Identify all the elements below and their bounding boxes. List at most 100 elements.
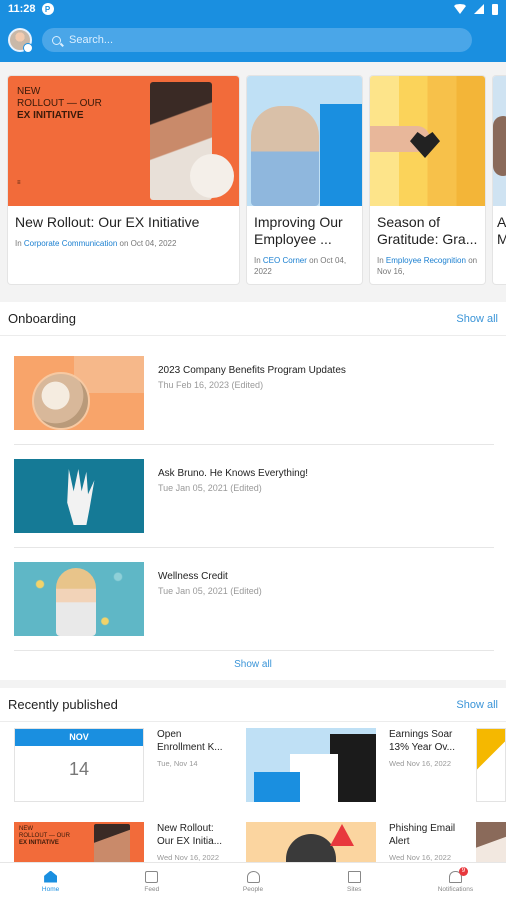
featured-image-caption: NEW ROLLOUT — OUR EX INITIATIVE: [17, 86, 102, 121]
show-all-link[interactable]: Show all: [456, 313, 498, 325]
recent-item-partial[interactable]: [476, 728, 506, 802]
recent-section: Recently published Show all NOV 14 Open …: [0, 688, 506, 896]
featured-card[interactable]: Improving Our Employee ... In CEO Corner…: [247, 76, 362, 284]
sites-icon: [347, 870, 361, 883]
nav-feed[interactable]: Feed: [101, 863, 202, 900]
featured-meta: In CEO Corner on Oct 04, 2022: [254, 256, 347, 276]
avatar-status-icon: [23, 43, 33, 53]
bell-icon: 9: [448, 866, 468, 883]
recent-item[interactable]: Earnings Soar 13% Year Ov... Wed Nov 16,…: [246, 728, 464, 802]
show-all-button[interactable]: Show all: [0, 659, 506, 670]
person-photo: [56, 568, 96, 636]
list-item[interactable]: 2023 Company Benefits Program Updates Th…: [14, 356, 494, 442]
search-icon: [52, 35, 61, 45]
show-all-link[interactable]: Show all: [456, 699, 498, 711]
item-thumbnail: [14, 356, 144, 430]
item-title: Phishing Email Alert: [389, 823, 456, 847]
status-time: 11:28: [8, 3, 36, 15]
featured-card[interactable]: Season of Gratitude: Gra... In Employee …: [370, 76, 485, 284]
item-image-caption: NEW ROLLOUT — OUR EX INITIATIVE: [19, 826, 70, 846]
item-date: Wed Nov 16, 2022: [157, 853, 219, 862]
featured-image: [247, 76, 362, 206]
nav-label: Sites: [346, 885, 362, 893]
nav-label: Home: [41, 885, 60, 893]
section-title: Onboarding: [8, 311, 76, 326]
item-date: Tue Jan 05, 2021 (Edited): [158, 483, 262, 493]
item-thumbnail: [14, 459, 144, 533]
divider: [14, 547, 494, 548]
item-thumbnail: [14, 562, 144, 636]
category-link[interactable]: CEO Corner: [263, 256, 307, 265]
featured-meta: In Corporate Communication on Oct 04, 20…: [15, 239, 177, 248]
section-header: Recently published Show all: [0, 688, 506, 722]
item-date: Wed Nov 16, 2022: [389, 853, 451, 862]
notification-badge: 9: [458, 866, 468, 876]
people-icon: [246, 870, 260, 883]
person-photo: [493, 116, 506, 176]
logo-mark: ≡: [17, 180, 21, 186]
person-photo: [286, 834, 336, 864]
featured-title[interactable]: Season of Gratitude: Gra...: [370, 206, 485, 248]
item-date: Wed Nov 16, 2022: [389, 759, 451, 768]
warning-icon: [330, 824, 354, 846]
item-title: 2023 Company Benefits Program Updates: [158, 365, 346, 376]
category-link[interactable]: Employee Recognition: [386, 256, 466, 265]
recent-item-partial[interactable]: [476, 822, 506, 862]
nav-label: People: [242, 885, 264, 893]
featured-card[interactable]: A M: [493, 76, 506, 284]
person-photo: [94, 824, 130, 864]
nav-notifications[interactable]: 9 Notifications: [405, 863, 506, 900]
app-badge-icon: P: [41, 3, 54, 15]
nav-label: Feed: [144, 885, 160, 893]
person-photo: [251, 106, 319, 206]
featured-image: [493, 76, 506, 206]
divider: [14, 650, 494, 651]
status-indicators: [454, 3, 498, 15]
battery-icon: [492, 3, 498, 15]
search-input[interactable]: Search...: [42, 28, 472, 52]
family-photo: [32, 372, 90, 430]
featured-image: NEW ROLLOUT — OUR EX INITIATIVE ≡: [8, 76, 239, 206]
featured-image: [370, 76, 485, 206]
signal-icon: [474, 4, 484, 14]
divider: [14, 444, 494, 445]
app-header: Search...: [0, 18, 506, 62]
category-link[interactable]: Corporate Communication: [24, 239, 117, 248]
item-title: Wellness Credit: [158, 571, 228, 582]
nav-people[interactable]: People: [202, 863, 303, 900]
item-thumbnail: [246, 728, 376, 802]
status-bar: 11:28 P: [0, 0, 506, 18]
featured-carousel[interactable]: NEW ROLLOUT — OUR EX INITIATIVE ≡ New Ro…: [0, 62, 506, 294]
feed-icon: [145, 870, 159, 883]
hand-photo: [67, 469, 95, 525]
list-item[interactable]: Wellness Credit Tue Jan 05, 2021 (Edited…: [14, 562, 494, 648]
bottom-nav: Home Feed People Sites 9 Notifications: [0, 862, 506, 900]
decor-shape: [190, 154, 234, 198]
section-header: Onboarding Show all: [0, 302, 506, 336]
nav-label: Notifications: [437, 885, 474, 893]
item-title: New Rollout: Our EX Initia...: [157, 823, 223, 847]
item-title: Earnings Soar 13% Year Ov...: [389, 729, 455, 753]
featured-card[interactable]: NEW ROLLOUT — OUR EX INITIATIVE ≡ New Ro…: [8, 76, 239, 284]
recent-item[interactable]: NOV 14 Open Enrollment K... Tue, Nov 14: [14, 728, 232, 802]
decor-shape: [320, 104, 362, 206]
item-title: Ask Bruno. He Knows Everything!: [158, 468, 309, 479]
featured-title[interactable]: New Rollout: Our EX Initiative: [8, 206, 239, 231]
calendar-month: NOV: [15, 729, 143, 746]
item-date: Thu Feb 16, 2023 (Edited): [158, 380, 264, 390]
calendar-thumbnail: NOV 14: [14, 728, 144, 802]
list-item[interactable]: Ask Bruno. He Knows Everything! Tue Jan …: [14, 459, 494, 545]
item-date: Tue Jan 05, 2021 (Edited): [158, 586, 262, 596]
nav-home[interactable]: Home: [0, 863, 101, 900]
wifi-icon: [454, 4, 466, 14]
onboarding-section: Onboarding Show all 2023 Company Benefit…: [0, 302, 506, 680]
featured-title[interactable]: A M: [493, 206, 506, 248]
decor-shape: [254, 772, 300, 802]
featured-title[interactable]: Improving Our Employee ...: [247, 206, 362, 248]
avatar[interactable]: [8, 28, 33, 53]
home-icon: [44, 870, 58, 883]
nav-sites[interactable]: Sites: [304, 863, 405, 900]
section-title: Recently published: [8, 697, 118, 712]
item-title: Open Enrollment K...: [157, 729, 223, 753]
calendar-day: 14: [68, 759, 90, 779]
